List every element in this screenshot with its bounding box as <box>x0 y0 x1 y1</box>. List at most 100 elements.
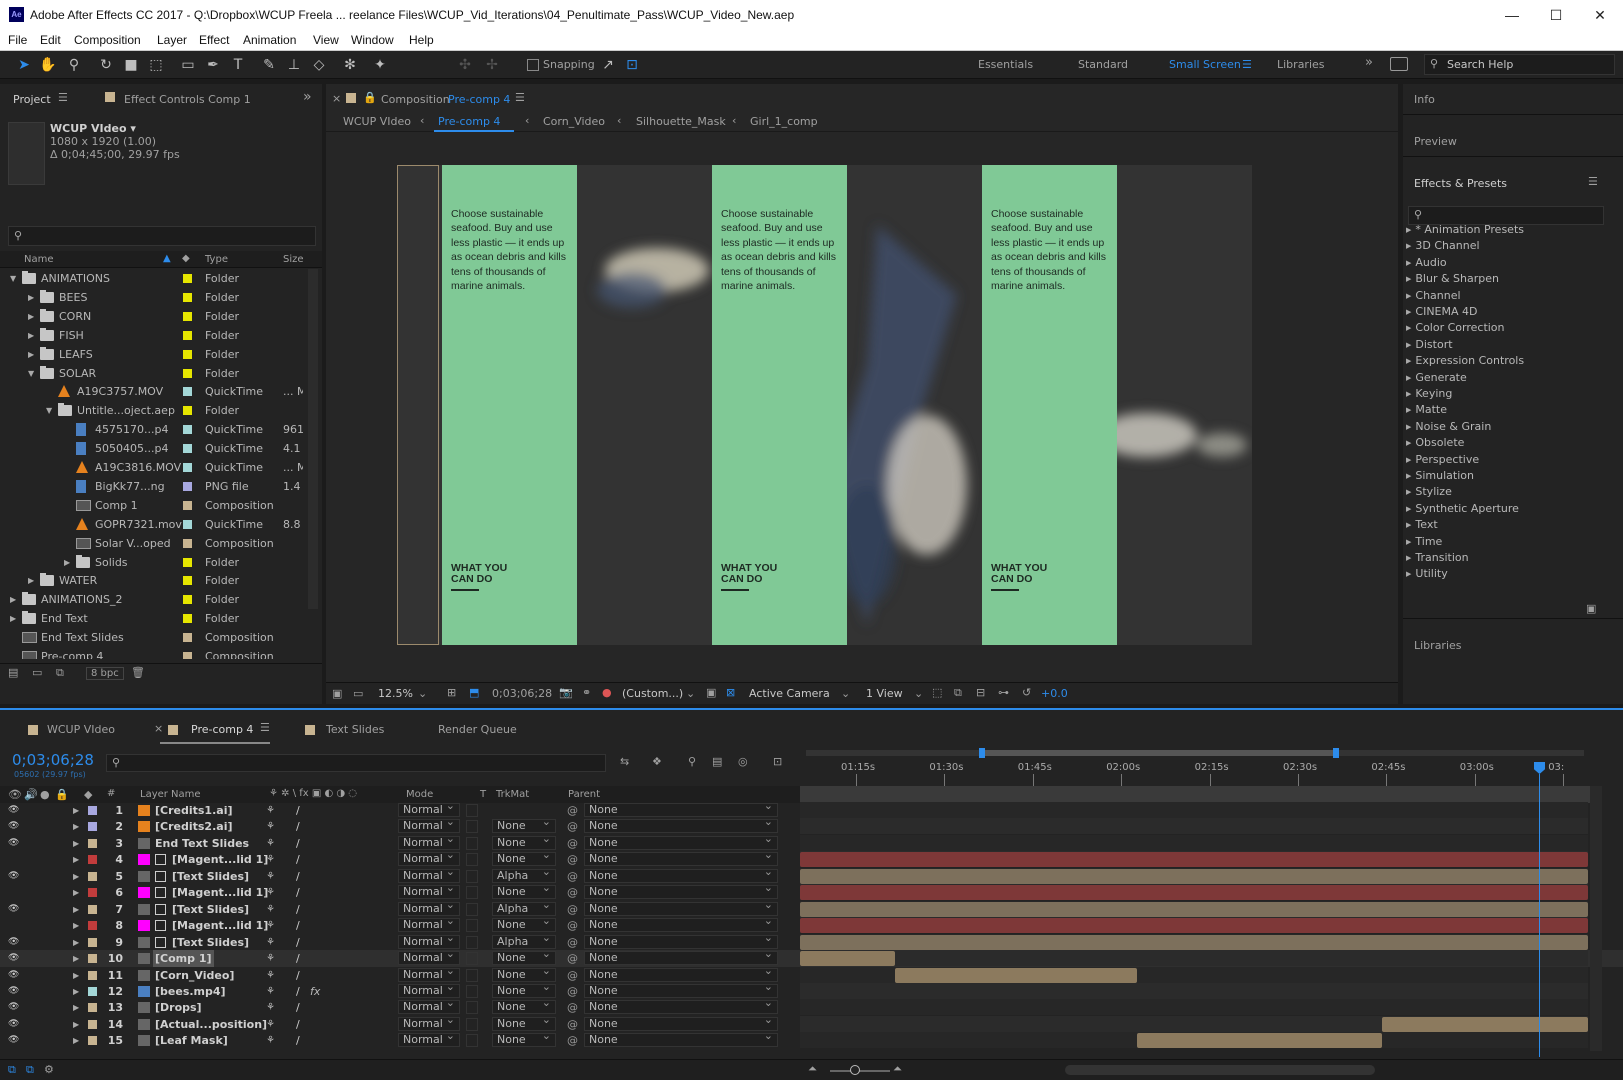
timeline-current-time[interactable]: 0;03;06;28 <box>12 751 94 769</box>
layer-name[interactable]: [bees.mp4] <box>153 983 228 1000</box>
col-mode[interactable]: Mode <box>406 789 433 800</box>
label-color-swatch[interactable] <box>183 633 192 643</box>
shy-switch-icon[interactable]: ⚘ <box>266 802 275 819</box>
project-item[interactable]: ▶ BEES Folder <box>0 288 300 307</box>
label-color-swatch[interactable] <box>88 888 97 898</box>
label-color-swatch[interactable] <box>183 387 192 397</box>
frame-blending-icon[interactable]: ▤ <box>712 755 722 768</box>
menu-effect[interactable]: Effect <box>199 33 229 47</box>
twirl-right-icon[interactable]: ▶ <box>28 288 34 307</box>
project-item[interactable]: ▼ Untitle...oject.aep Folder <box>0 401 300 420</box>
shy-switch-icon[interactable]: ⚘ <box>266 934 275 951</box>
layer-name[interactable]: [Credits2.ai] <box>153 818 235 835</box>
timeline-layer-row[interactable]: 👁 ▶ 10 [Comp 1] ⚘ / Normal None @ None <box>0 948 1623 968</box>
label-color-swatch[interactable] <box>88 1019 97 1029</box>
preserve-transparency-checkbox[interactable] <box>466 804 478 817</box>
parent-dropdown[interactable]: None <box>584 882 778 900</box>
menu-composition[interactable]: Composition <box>74 33 141 47</box>
shy-switch-icon[interactable]: ⚘ <box>266 1016 275 1033</box>
label-color-swatch[interactable] <box>183 274 192 283</box>
timeline-layer-row[interactable]: 👁 ▶ 15 [Leaf Mask] ⚘ / Normal None @ None <box>0 1030 1623 1049</box>
navigator-start-handle[interactable] <box>979 748 985 758</box>
workspace-essentials[interactable]: Essentials <box>978 58 1033 71</box>
effect-category[interactable]: Keying <box>1406 387 1452 400</box>
eye-icon[interactable]: 👁 <box>8 934 19 951</box>
preserve-transparency-checkbox[interactable] <box>466 869 478 883</box>
layer-name[interactable]: [Credits1.ai] <box>153 802 235 819</box>
breadcrumb-item[interactable]: Corn_Video <box>543 115 605 128</box>
col-size[interactable]: Size <box>283 254 304 265</box>
shy-switch-icon[interactable]: ⚘ <box>266 967 275 984</box>
layer-track[interactable] <box>800 982 1588 999</box>
quality-switch-icon[interactable]: / <box>296 901 300 918</box>
twirl-right-icon[interactable]: ▶ <box>28 345 34 364</box>
rectangle-tool-icon[interactable]: ▭ <box>178 55 198 75</box>
transfer-controls-toggle-icon[interactable]: ⧉ <box>26 1063 34 1077</box>
label-color-swatch[interactable] <box>183 595 192 605</box>
preserve-transparency-checkbox[interactable] <box>466 984 478 998</box>
twirl-right-icon[interactable]: ▶ <box>28 307 34 326</box>
label-color-swatch[interactable] <box>88 1003 97 1013</box>
twirl-right-icon[interactable]: ▶ <box>73 999 79 1016</box>
time-ruler[interactable]: 01:15s 01:30s 01:45s 02:00s 02:15s 02:30s 02:4… <box>800 760 1592 786</box>
layer-duration-bar[interactable] <box>800 852 1588 868</box>
col-type[interactable]: Type <box>205 254 228 265</box>
menu-file[interactable]: File <box>8 33 27 47</box>
parent-dropdown[interactable]: None <box>584 997 778 1015</box>
libraries-panel-header[interactable]: Libraries <box>1414 639 1462 652</box>
twirl-right-icon[interactable]: ▶ <box>73 950 79 967</box>
label-color-swatch[interactable] <box>88 838 97 848</box>
col-trkmat[interactable]: TrkMat <box>496 789 529 800</box>
preserve-transparency-checkbox[interactable] <box>466 886 478 900</box>
shy-switch-icon[interactable]: ⚘ <box>266 868 275 885</box>
project-item[interactable]: 4575170...p4 QuickTime 961 <box>0 420 303 439</box>
layer-name[interactable]: [Actual...position] <box>153 1016 269 1033</box>
effect-category[interactable]: Time <box>1406 535 1442 548</box>
effect-category[interactable]: 3D Channel <box>1406 239 1479 252</box>
twirl-right-icon[interactable]: ▶ <box>73 934 79 951</box>
breadcrumb-item[interactable]: Silhouette_Mask <box>636 115 726 128</box>
timeline-layer-row[interactable]: ▶8[Magent...lid 1]⚘/NormalNone@None <box>0 915 1623 934</box>
effect-category[interactable]: Utility <box>1406 567 1447 580</box>
preserve-transparency-checkbox[interactable] <box>466 919 478 933</box>
layer-duration-bar[interactable] <box>800 918 1588 934</box>
effect-category[interactable]: Blur & Sharpen <box>1406 272 1499 285</box>
time-navigator[interactable] <box>806 750 1584 756</box>
label-color-swatch[interactable] <box>183 481 192 491</box>
sync-settings-icon[interactable] <box>1390 57 1408 71</box>
quality-switch-icon[interactable]: / <box>296 934 300 951</box>
project-item[interactable]: Comp 1 Composition <box>0 496 300 515</box>
eye-icon[interactable]: 👁 <box>8 835 19 852</box>
timeline-layer-row[interactable]: 👁▶9[Text Slides]⚘/NormalAlpha@None <box>0 932 1623 951</box>
timeline-tab[interactable]: Text Slides <box>326 723 384 736</box>
label-color-swatch[interactable] <box>183 311 192 321</box>
timeline-scrollbar[interactable] <box>1590 786 1602 1051</box>
label-color-swatch[interactable] <box>183 576 192 586</box>
label-color-swatch[interactable] <box>88 855 97 865</box>
parent-dropdown[interactable]: None <box>584 981 778 998</box>
label-color-swatch[interactable] <box>88 822 97 832</box>
parent-dropdown[interactable]: None <box>584 932 778 949</box>
track-matte-dropdown[interactable]: None <box>492 948 556 966</box>
roto-brush-tool-icon[interactable]: ✻ <box>340 55 360 75</box>
pick-whip-icon[interactable]: @ <box>567 1032 578 1049</box>
timeline-icon[interactable]: ⊟ <box>976 686 985 699</box>
twirl-right-icon[interactable]: ▶ <box>73 818 79 835</box>
safe-margins-icon[interactable]: ⊞ <box>447 686 456 699</box>
project-item[interactable]: ▶ CORN Folder <box>0 307 300 326</box>
pick-whip-icon[interactable]: @ <box>567 1016 578 1033</box>
snap-features-icon[interactable]: ⊡ <box>622 55 642 75</box>
layer-duration-bar[interactable] <box>895 967 1138 983</box>
layer-name[interactable]: [Leaf Mask] <box>153 1032 230 1049</box>
effect-category[interactable]: Noise & Grain <box>1406 420 1491 433</box>
effect-category[interactable]: Color Correction <box>1406 321 1504 334</box>
project-item[interactable]: ▶ FISH Folder <box>0 326 300 345</box>
layer-track[interactable] <box>800 999 1588 1016</box>
pick-whip-icon[interactable]: @ <box>567 851 578 868</box>
breadcrumb-item-active[interactable]: Pre-comp 4 <box>438 115 500 128</box>
pan-behind-tool-icon[interactable]: ⬚ <box>146 55 166 75</box>
project-search-input[interactable]: ⚲ <box>8 226 316 246</box>
twirl-right-icon[interactable]: ▶ <box>64 553 70 572</box>
quality-switch-icon[interactable]: / <box>296 1032 300 1049</box>
effect-category[interactable]: Generate <box>1406 371 1466 384</box>
